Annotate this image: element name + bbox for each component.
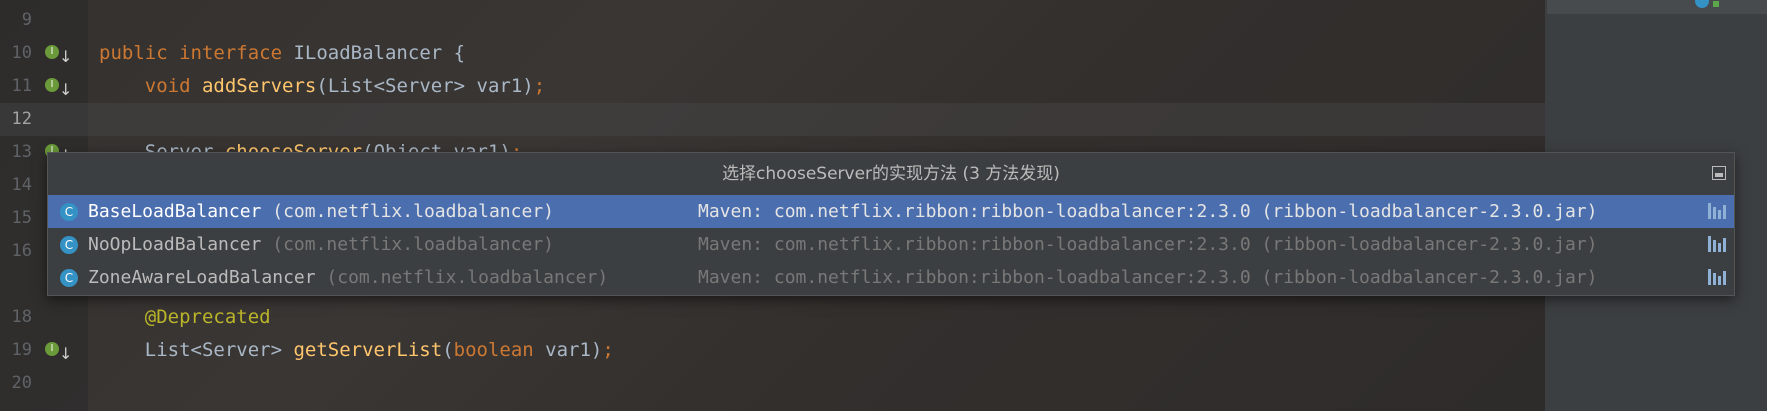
open-in-find-window-icon[interactable] bbox=[1712, 166, 1726, 180]
popup-title: 选择chooseServer的实现方法 (3 方法发现) bbox=[48, 153, 1734, 195]
line-number[interactable]: 16 bbox=[0, 235, 32, 268]
implementation-item[interactable]: C ZoneAwareLoadBalancer (com.netflix.load… bbox=[48, 261, 1734, 294]
class-icon: C bbox=[60, 269, 78, 287]
code-line[interactable]: 12 bbox=[0, 103, 1545, 136]
code-token: public bbox=[99, 42, 168, 64]
popup-title-text: 选择chooseServer的实现方法 (3 方法发现) bbox=[722, 164, 1060, 184]
implementation-class: ZoneAwareLoadBalancer (com.netflix.loadb… bbox=[88, 261, 608, 294]
code-token: var1) bbox=[533, 339, 603, 361]
choose-implementation-popup: 选择chooseServer的实现方法 (3 方法发现) C BaseLoadBa… bbox=[47, 152, 1735, 296]
down-arrow-icon[interactable]: ↓ bbox=[59, 337, 72, 370]
jar-icon-bar bbox=[1713, 207, 1716, 219]
package-name: (com.netflix.loadbalancer) bbox=[261, 201, 554, 222]
library-location: Maven: com.netflix.ribbon:ribbon-loadbal… bbox=[698, 201, 1598, 222]
down-arrow-icon[interactable]: ↓ bbox=[59, 40, 72, 73]
library-jar-icon bbox=[1708, 236, 1726, 252]
implemented-interface-icon[interactable]: I bbox=[45, 342, 59, 356]
library-location: Maven: com.netflix.ribbon:ribbon-loadbal… bbox=[698, 267, 1598, 288]
jar-icon-bar bbox=[1718, 243, 1721, 252]
code-token: List<Server> bbox=[99, 339, 294, 361]
class-icon: C bbox=[60, 236, 78, 254]
implementation-item[interactable]: C BaseLoadBalancer (com.netflix.loadbalan… bbox=[48, 195, 1734, 228]
line-number[interactable]: 14 bbox=[0, 169, 32, 202]
jar-icon-bar bbox=[1723, 271, 1726, 285]
code-text[interactable]: void addServers(List<Server> var1); bbox=[99, 70, 545, 103]
implemented-interface-icon[interactable]: I bbox=[45, 78, 59, 92]
implemented-interface-icon[interactable]: I bbox=[45, 45, 59, 59]
jar-icon-bar bbox=[1718, 276, 1721, 285]
code-line[interactable]: 11 I ↓ void addServers(List<Server> var1); bbox=[0, 70, 1545, 103]
code-token: ; bbox=[533, 75, 546, 97]
line-number[interactable]: 12 bbox=[0, 103, 32, 136]
package-name: (com.netflix.loadbalancer) bbox=[261, 234, 554, 255]
library-location: Maven: com.netflix.ribbon:ribbon-loadbal… bbox=[698, 234, 1598, 255]
implementation-list: C BaseLoadBalancer (com.netflix.loadbalan… bbox=[48, 195, 1734, 294]
code-line[interactable]: 19 I ↓ List<Server> getServerList(boolean … bbox=[0, 334, 1545, 367]
code-token: void bbox=[144, 75, 191, 97]
implementation-class: BaseLoadBalancer (com.netflix.loadbalanc… bbox=[88, 195, 554, 228]
implementation-item[interactable]: C NoOpLoadBalancer (com.netflix.loadbalan… bbox=[48, 228, 1734, 261]
code-line[interactable]: 20 bbox=[0, 367, 1545, 400]
jar-icon-bar bbox=[1718, 210, 1721, 219]
line-number[interactable]: 18 bbox=[0, 301, 32, 334]
line-number[interactable]: 13 bbox=[0, 136, 32, 169]
class-name: NoOpLoadBalancer bbox=[88, 234, 262, 255]
code-line[interactable]: 18 @Deprecated bbox=[0, 301, 1545, 334]
line-number[interactable]: 15 bbox=[0, 202, 32, 235]
line-number[interactable]: 20 bbox=[0, 367, 32, 400]
code-line[interactable]: 10 I ↓ public interface ILoadBalancer { bbox=[0, 37, 1545, 70]
code-line[interactable]: 9 bbox=[0, 4, 1545, 37]
code-token: boolean bbox=[453, 339, 534, 361]
line-number[interactable]: 19 bbox=[0, 334, 32, 367]
line-number[interactable]: 11 bbox=[0, 70, 32, 103]
jar-icon-bar bbox=[1708, 269, 1711, 285]
library-jar-icon bbox=[1708, 269, 1726, 285]
jar-icon-bar bbox=[1723, 238, 1726, 252]
code-text[interactable]: @Deprecated bbox=[99, 301, 271, 334]
code-token: ILoadBalancer { bbox=[282, 42, 466, 64]
code-token: getServerList bbox=[293, 339, 443, 361]
class-name: BaseLoadBalancer bbox=[88, 201, 262, 222]
library-jar-icon bbox=[1708, 203, 1726, 219]
code-token: (List<Server> var1) bbox=[316, 75, 534, 97]
package-name: (com.netflix.loadbalancer) bbox=[315, 267, 609, 288]
jar-icon-bar bbox=[1723, 205, 1726, 219]
status-square-icon bbox=[1713, 1, 1719, 7]
line-number[interactable]: 9 bbox=[0, 4, 32, 37]
code-token: @Deprecated bbox=[144, 306, 271, 328]
code-text[interactable]: public interface ILoadBalancer { bbox=[99, 37, 465, 70]
down-arrow-icon[interactable]: ↓ bbox=[59, 73, 72, 106]
side-panel-header bbox=[1547, 0, 1767, 14]
code-token: ( bbox=[442, 339, 454, 361]
code-token: interface bbox=[179, 42, 283, 64]
jar-icon-bar bbox=[1708, 236, 1711, 252]
class-name: ZoneAwareLoadBalancer bbox=[88, 267, 316, 288]
class-icon: C bbox=[60, 203, 78, 221]
jar-icon-bar bbox=[1713, 240, 1716, 252]
class-icon bbox=[1695, 0, 1709, 8]
line-number[interactable]: 10 bbox=[0, 37, 32, 70]
jar-icon-bar bbox=[1713, 273, 1716, 285]
code-token: ; bbox=[602, 339, 614, 361]
code-text[interactable]: List<Server> getServerList(boolean var1)… bbox=[99, 334, 614, 367]
code-token: addServers bbox=[201, 75, 317, 97]
implementation-class: NoOpLoadBalancer (com.netflix.loadbalanc… bbox=[88, 228, 554, 261]
jar-icon-bar bbox=[1708, 203, 1711, 219]
